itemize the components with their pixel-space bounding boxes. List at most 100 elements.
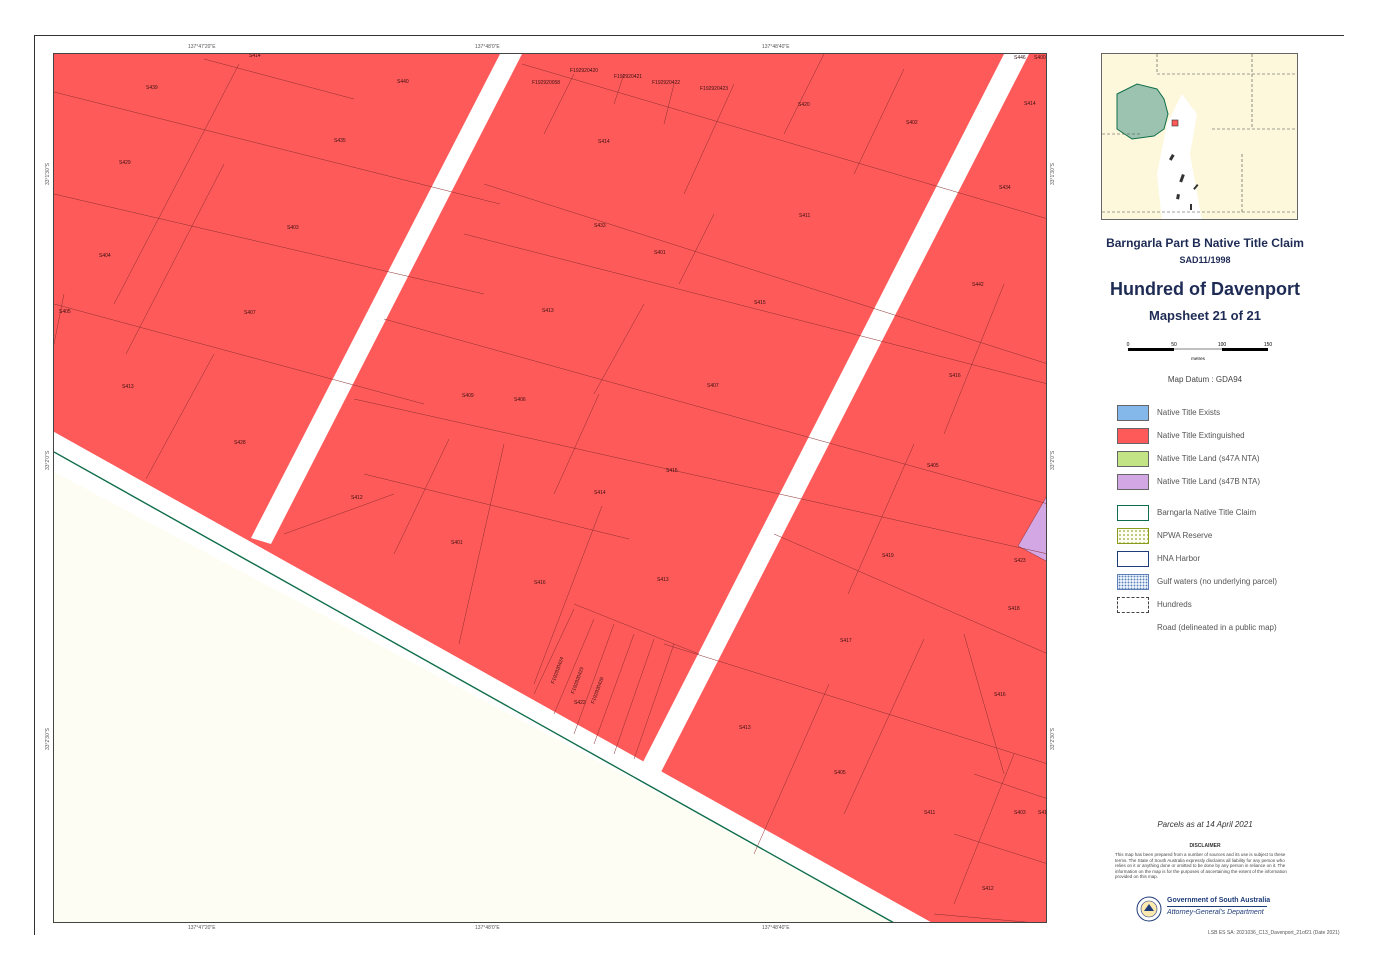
parcel-label: S446 xyxy=(1014,55,1026,61)
legend-swatch xyxy=(1117,597,1149,613)
coord-tick-top-2: 137°48'0"E xyxy=(475,44,500,50)
parcel-label: S402 xyxy=(906,120,918,126)
disclaimer-text: This map has been prepared from a number… xyxy=(1115,852,1287,879)
legend-panel: Barngarla Part B Native Title Claim SAD1… xyxy=(1060,53,1350,933)
parcel-label: S407 xyxy=(707,383,719,389)
parcel-label: S435 xyxy=(334,138,346,144)
map-datum: Map Datum : GDA94 xyxy=(1167,375,1243,384)
allotment-label: F192920423 xyxy=(700,86,728,92)
parcel-label: S420 xyxy=(798,102,810,108)
parcel-label: S407 xyxy=(244,310,256,316)
legend-label: Gulf waters (no underlying parcel) xyxy=(1157,577,1278,586)
parcel-label: S429 xyxy=(119,160,131,166)
coord-tick-bottom-1: 137°47'20"E xyxy=(188,925,216,931)
parcel-label: S423 xyxy=(1014,558,1026,564)
hundred-title: Hundred of Davenport xyxy=(1109,279,1300,299)
coord-tick-bottom-2: 137°48'0"E xyxy=(475,925,500,931)
legend-swatch xyxy=(1117,528,1149,544)
parcel-label: S409 xyxy=(462,393,474,399)
parcel-label: S405 xyxy=(59,309,71,315)
parcel-label: S418 xyxy=(1038,810,1047,816)
parcel-label: S415 xyxy=(754,300,766,306)
parcel-label: S422 xyxy=(574,700,586,706)
coord-tick-right-3: 33°2'30"S xyxy=(1050,728,1056,750)
coord-tick-left-2: 33°2'0"S xyxy=(45,450,51,470)
legend-swatch xyxy=(1117,474,1149,490)
parcel-label: S434 xyxy=(999,185,1011,191)
parcels-date: Parcels as at 14 April 2021 xyxy=(1157,820,1253,829)
disclaimer-title: DISCLAIMER xyxy=(1189,843,1221,849)
legend-label: HNA Harbor xyxy=(1157,554,1201,563)
parcel-label: S405 xyxy=(834,770,846,776)
legend-label: Native Title Land (s47A NTA) xyxy=(1157,454,1260,463)
coord-tick-right-1: 33°1'30"S xyxy=(1050,163,1056,185)
legend-label: Native Title Extinguished xyxy=(1157,431,1245,440)
locator-inset-map[interactable] xyxy=(1101,53,1298,220)
coord-tick-left-1: 33°1'30"S xyxy=(45,163,51,185)
parcel-label: S440 xyxy=(397,79,409,85)
coord-tick-top-1: 137°47'20"E xyxy=(188,44,216,50)
scale-tick-50: 50 xyxy=(1171,342,1177,348)
legend-item: NPWA Reserve xyxy=(1117,528,1347,546)
allotment-label: F192920420 xyxy=(570,68,598,74)
legend-swatch xyxy=(1117,405,1149,421)
parcel-label: S442 xyxy=(972,282,984,288)
parcel-label: S418 xyxy=(1008,606,1020,612)
parcel-label: S417 xyxy=(840,638,852,644)
legend-swatch xyxy=(1117,451,1149,467)
locator-map-graphic xyxy=(1102,54,1297,219)
legend-swatch xyxy=(1117,551,1149,567)
scale-bar: 0 50 100 150 metres xyxy=(1120,340,1280,370)
parcel-label: S404 xyxy=(99,253,111,259)
legend-label: NPWA Reserve xyxy=(1157,531,1213,540)
legend-item: Native Title Extinguished xyxy=(1117,428,1347,446)
legend-swatch xyxy=(1117,505,1149,521)
parcel-label: S415 xyxy=(666,468,678,474)
parcel-label: S414 xyxy=(594,490,606,496)
gov-divider xyxy=(1167,906,1267,907)
parcel-label: S406 xyxy=(514,397,526,403)
claim-title: Barngarla Part B Native Title Claim xyxy=(1106,236,1304,250)
allotment-label: F192920422 xyxy=(652,80,680,86)
map-canvas[interactable]: S439 S440 S414 S429 S435 S414 S403 S404 S407 S405… xyxy=(54,54,1047,923)
legend-item: HNA Harbor xyxy=(1117,551,1347,569)
parcel-label: S403 xyxy=(1014,810,1026,816)
parcel-label: S413 xyxy=(657,577,669,583)
scale-unit: metres xyxy=(1191,356,1206,361)
parcel-label: S411 xyxy=(799,213,811,219)
legend-swatch xyxy=(1117,620,1149,636)
parcel-label: S416 xyxy=(534,580,546,586)
parcel-label: S412 xyxy=(351,495,363,501)
coord-tick-top-3: 137°48'40"E xyxy=(762,44,790,50)
scale-tick-150: 150 xyxy=(1264,342,1273,348)
coord-tick-bottom-3: 137°48'40"E xyxy=(762,925,790,931)
mapsheet-title: Mapsheet 21 of 21 xyxy=(1149,308,1261,323)
parcel-label: S412 xyxy=(982,886,994,892)
parcel-label: S414 xyxy=(249,54,261,59)
parcel-label: S413 xyxy=(542,308,554,314)
parcel-label: S416 xyxy=(949,373,961,379)
legend-label: Road (delineated in a public map) xyxy=(1157,623,1277,632)
allotment-label: F192920421 xyxy=(614,74,642,80)
parcel-label: S401 xyxy=(654,250,666,256)
parcel-label: S400 xyxy=(1034,55,1046,61)
parcel-label: S413 xyxy=(122,384,134,390)
legend-item: Hundreds xyxy=(1117,597,1347,615)
government-name: Government of South Australia xyxy=(1167,897,1271,904)
legend-label: Native Title Land (s47B NTA) xyxy=(1157,477,1261,486)
parcel-label: S401 xyxy=(451,540,463,546)
parcel-label: S403 xyxy=(287,225,299,231)
map-frame[interactable]: S439 S440 S414 S429 S435 S414 S403 S404 S407 S405… xyxy=(53,53,1047,923)
legend-label: Native Title Exists xyxy=(1157,408,1221,417)
claim-id: SAD11/1998 xyxy=(1179,255,1231,265)
parcel-label: S413 xyxy=(739,725,751,731)
parcel-label: S405 xyxy=(927,463,939,469)
locator-mapsheet-marker xyxy=(1171,119,1179,127)
legend-swatch xyxy=(1117,428,1149,444)
legend-item: Native Title Exists xyxy=(1117,405,1347,423)
legend-item: Gulf waters (no underlying parcel) xyxy=(1117,574,1347,592)
legend-item: Native Title Land (s47A NTA) xyxy=(1117,451,1347,469)
parcel-label: S414 xyxy=(1024,101,1036,107)
file-reference: LSB ES SA: 2021036_C13_Davenport_21of21 … xyxy=(1208,930,1340,936)
coord-tick-right-2: 33°2'0"S xyxy=(1050,450,1056,470)
